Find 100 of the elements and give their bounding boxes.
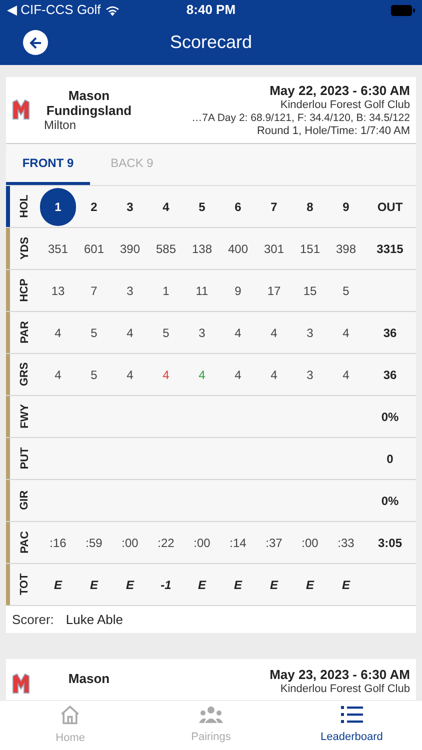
score-cell-text: 301 — [264, 240, 284, 258]
score-cell-text: :22 — [158, 534, 174, 552]
score-cell-text: 5 — [90, 324, 98, 342]
row-label: HCP — [18, 278, 32, 302]
score-cell-text: -1 — [160, 576, 172, 594]
total-cell-text: 0% — [381, 408, 399, 426]
score-cell-text: :16 — [50, 534, 66, 552]
home-icon — [59, 704, 82, 726]
score-cell-text: E — [54, 576, 62, 594]
score-cell-text: 4 — [54, 324, 62, 342]
total-cell-text: 36 — [383, 324, 397, 342]
score-cell-text: 151 — [300, 240, 320, 258]
course-name: Kinderlou Forest Golf Club — [280, 683, 410, 696]
score-cell-text: :00 — [302, 534, 318, 552]
score-cell-text: 5 — [162, 324, 170, 342]
row-label: PAC — [18, 531, 32, 554]
back-button[interactable] — [23, 30, 48, 55]
score-cell-text: E — [90, 576, 98, 594]
total-cell-text: 0% — [381, 492, 399, 510]
score-cell-text: 3 — [126, 282, 134, 300]
score-cell-text: E — [306, 576, 314, 594]
hole-number[interactable]: 2 — [90, 198, 98, 216]
course-name: Kinderlou Forest Golf Club — [280, 98, 410, 112]
score-cell-text: :00 — [194, 534, 210, 552]
score-cell-text: 4 — [162, 366, 170, 384]
row-label: HOL — [18, 194, 32, 218]
back-arrow-icon — [28, 36, 42, 50]
score-cell-text: 7 — [90, 282, 98, 300]
hole-number[interactable]: 6 — [234, 198, 242, 216]
score-cell-text: 3 — [306, 366, 314, 384]
round-info: Round 1, Hole/Time: 1/7:40 AM — [256, 124, 410, 138]
wifi-icon — [104, 4, 120, 16]
row-label: GRS — [18, 362, 32, 386]
score-cell-text: 4 — [234, 366, 242, 384]
back-to-app-link[interactable]: ◀ CIF-CCS Golf — [7, 0, 101, 20]
battery-icon — [390, 4, 415, 16]
score-cell-text: 11 — [196, 282, 208, 300]
round-date: May 23, 2023 - 6:30 AM — [270, 667, 410, 683]
row-label: FWY — [18, 404, 32, 429]
score-cell-text: 4 — [342, 324, 350, 342]
score-cell-text: 1 — [162, 282, 170, 300]
score-cell-text: 3 — [306, 324, 314, 342]
row-label: YDS — [18, 237, 32, 260]
row-label: GIR — [18, 490, 32, 510]
scorer-name: Luke Able — [66, 610, 124, 629]
people-group-icon — [198, 705, 224, 726]
score-cell-text: :14 — [230, 534, 246, 552]
score-cell-text: 4 — [342, 366, 350, 384]
screen-title: Scorecard — [170, 31, 252, 54]
hole-number[interactable]: 8 — [306, 198, 314, 216]
nav-tab[interactable]: Leaderboard — [281, 701, 422, 750]
score-cell-text: E — [270, 576, 278, 594]
numbered-list-icon — [340, 705, 363, 726]
row-label: PAR — [18, 321, 32, 344]
total-cell-text: OUT — [377, 198, 403, 216]
hole-number[interactable]: 1 — [40, 188, 76, 226]
hole-number[interactable]: 5 — [198, 198, 206, 216]
hole-number[interactable]: 7 — [270, 198, 278, 216]
score-cell-text: 138 — [192, 240, 212, 258]
score-cell-text: 400 — [228, 240, 248, 258]
total-cell-text: 0 — [386, 450, 394, 468]
hole-number[interactable]: 3 — [126, 198, 134, 216]
hole-number[interactable]: 4 — [162, 198, 170, 216]
score-cell-text: 4 — [126, 324, 134, 342]
score-cell-text: E — [198, 576, 206, 594]
player-name: Mason — [68, 671, 110, 686]
row-label: TOT — [18, 574, 32, 596]
total-cell-text: 3:05 — [378, 534, 402, 552]
score-cell-text: 601 — [84, 240, 104, 258]
score-cell-text: 4 — [234, 324, 242, 342]
score-cell-text: 585 — [156, 240, 176, 258]
score-cell-text: 390 — [120, 240, 140, 258]
score-cell-text: 398 — [336, 240, 356, 258]
score-cell-text: :37 — [266, 534, 282, 552]
status-time: 8:40 PM — [186, 1, 236, 20]
hole-number[interactable]: 9 — [342, 198, 350, 216]
school-name: Milton — [44, 118, 78, 132]
score-cell-text: :00 — [122, 534, 138, 552]
score-cell-text: 5 — [342, 282, 350, 300]
round-date: May 22, 2023 - 6:30 AM — [270, 82, 410, 98]
letter-m-logo-icon — [12, 99, 30, 121]
player-name: Mason Fundingsland — [45, 88, 133, 118]
score-cell-text: 351 — [48, 240, 68, 258]
score-cell-text: :33 — [338, 534, 354, 552]
total-cell-text: 3315 — [376, 240, 404, 258]
score-cell-text: 4 — [198, 366, 206, 384]
score-cell-text: 3 — [198, 324, 206, 342]
score-cell-text: 4 — [54, 366, 62, 384]
score-cell-text: :59 — [86, 534, 102, 552]
score-cell-text: E — [126, 576, 134, 594]
letter-m-logo-icon — [12, 673, 30, 695]
score-cell-text: 4 — [270, 366, 278, 384]
score-cell-text: E — [234, 576, 242, 594]
score-cell-text: 13 — [51, 282, 65, 300]
score-cell-text: 5 — [90, 366, 98, 384]
score-cell-text: 9 — [234, 282, 242, 300]
row-label: PUT — [18, 448, 32, 470]
scorer-label: Scorer: — [12, 610, 54, 629]
score-cell-text: 4 — [126, 366, 134, 384]
course-ratings: …7A Day 2: 68.9/121, F: 34.4/120, B: 34.5/122 — [192, 112, 410, 124]
